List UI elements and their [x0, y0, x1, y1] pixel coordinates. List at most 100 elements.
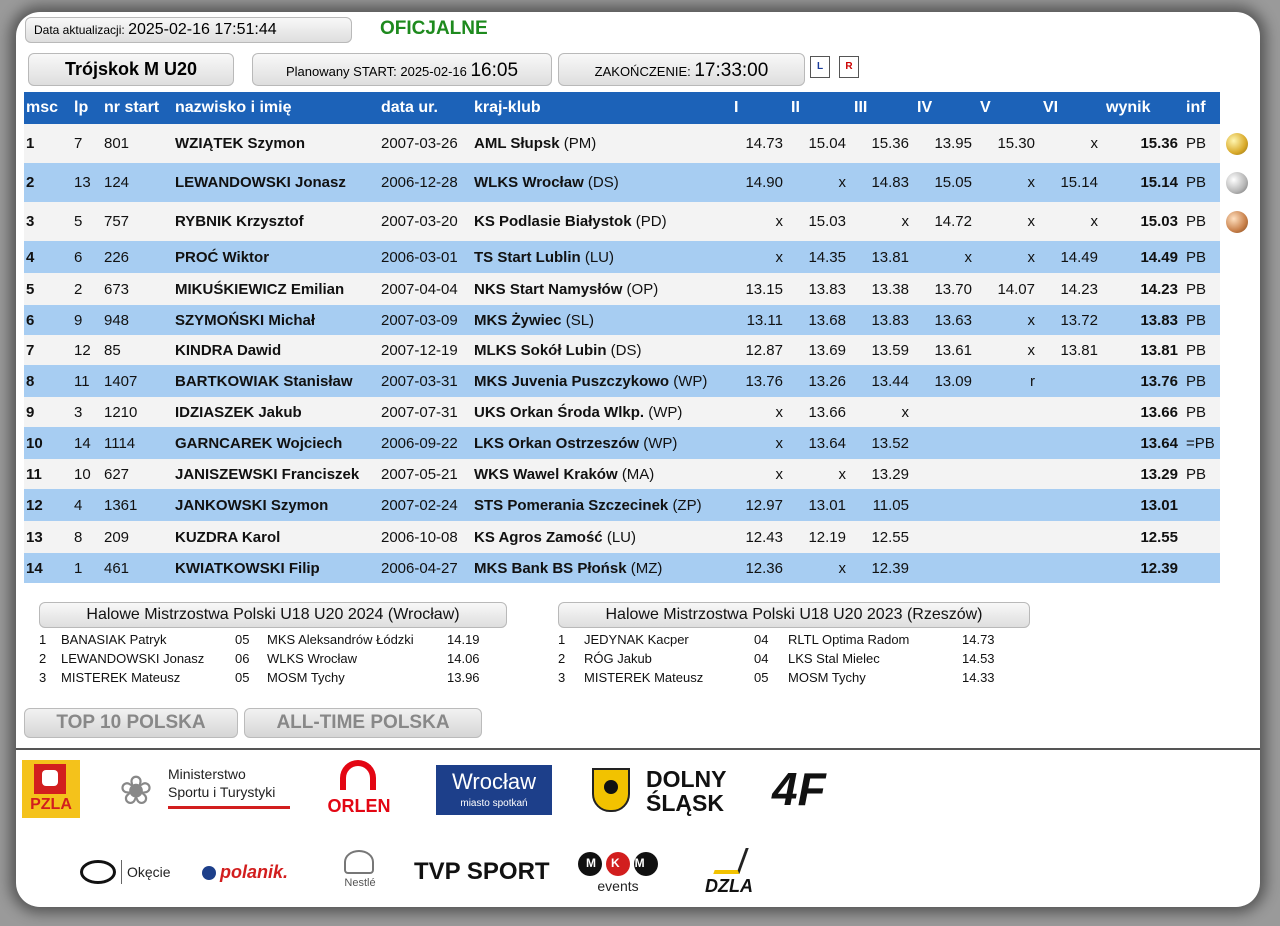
result-cell: 13.66 [1104, 397, 1184, 427]
result-cell: 15.03 [1104, 202, 1184, 241]
pdf-results-icon[interactable]: R [839, 56, 859, 78]
club-name: TS Start Lublin [474, 248, 581, 266]
info-cell [1184, 489, 1220, 521]
info-cell: PB [1184, 365, 1220, 397]
attempt-cell: 14.07 [978, 273, 1041, 305]
attempt-cell: 13.76 [732, 365, 789, 397]
history-res: 13.96 [447, 670, 480, 685]
history-name: BANASIAK Patryk [61, 632, 167, 647]
attempt-cell: 12.19 [789, 521, 852, 553]
ministry-line1: Ministerstwo [168, 766, 246, 782]
attempt-cell: 15.36 [852, 124, 915, 163]
name-cell: KUZDRA Karol [173, 521, 379, 553]
results-table: msc lp nr start nazwisko i imię data ur. kraj… [24, 92, 1220, 583]
birth-date-cell: 2007-03-20 [379, 202, 472, 241]
attempt-cell [1041, 521, 1104, 553]
alltime-polska-button[interactable]: ALL-TIME POLSKA [244, 708, 482, 738]
region-code: (ZP) [672, 496, 702, 514]
orlen-logo: ORLEN [324, 760, 394, 820]
region-code: (WP) [643, 434, 678, 452]
lane-cell: 13 [72, 163, 102, 202]
attempt-cell: 12.87 [732, 335, 789, 365]
history-club: MOSM Tychy [267, 670, 345, 685]
attempt-cell: 13.61 [915, 335, 978, 365]
club-cell: AML Słupsk (PM) [472, 124, 732, 163]
pdf-list-icon[interactable]: L [810, 56, 830, 78]
table-row: 11 10 627 JANISZEWSKI Franciszek 2007-05-21 W… [24, 459, 1220, 489]
bib-cell: 461 [102, 553, 173, 583]
birth-date-cell: 2006-04-27 [379, 553, 472, 583]
name-cell: RYBNIK Krzysztof [173, 202, 379, 241]
attempt-cell: 13.11 [732, 305, 789, 335]
history-res: 14.73 [962, 632, 995, 647]
end-label: ZAKOŃCZENIE: [594, 64, 691, 79]
table-row: 1 7 801 WZIĄTEK Szymon 2007-03-26 AML Słupsk … [24, 124, 1220, 163]
region-code: (MZ) [630, 559, 663, 577]
attempt-cell: 13.66 [789, 397, 852, 427]
club-name: MLKS Sokół Lubin [474, 341, 607, 359]
club-cell: MKS Żywiec (SL) [472, 305, 732, 335]
attempt-cell: 15.30 [978, 124, 1041, 163]
attempt-cell [1041, 365, 1104, 397]
history-res: 14.19 [447, 632, 480, 647]
history-yr: 06 [235, 651, 250, 666]
end-time: 17:33:00 [694, 60, 769, 81]
table-row: 3 5 757 RYBNIK Krzysztof 2007-03-20 KS Podlas… [24, 202, 1220, 241]
table-row: 9 3 1210 IDZIASZEK Jakub 2007-07-31 UKS Orkan… [24, 397, 1220, 427]
dzla-runner-icon [713, 848, 749, 874]
dolny-slask-logo: DOLNY ŚLĄSK [592, 766, 742, 816]
wroclaw-sub: miasto spotkań [460, 798, 528, 809]
history-pos: 3 [558, 670, 566, 685]
slask-text: ŚLĄSK [646, 790, 724, 816]
club-cell: MLKS Sokół Lubin (DS) [472, 335, 732, 365]
birth-date-cell: 2007-05-21 [379, 459, 472, 489]
event-title: Trójskok M U20 [28, 53, 234, 86]
attempt-cell: x [852, 397, 915, 427]
result-cell: 12.55 [1104, 521, 1184, 553]
nestle-logo: Nestlé [338, 850, 382, 894]
result-cell: 14.49 [1104, 241, 1184, 273]
history-pos: 2 [558, 651, 566, 666]
attempt-cell: x [852, 202, 915, 241]
ministry-line2: Sportu i Turystyki [168, 784, 276, 800]
attempt-cell [978, 521, 1041, 553]
polanik-runner-icon [202, 866, 216, 880]
attempt-cell [1041, 459, 1104, 489]
attempt-cell: 14.49 [1041, 241, 1104, 273]
bib-cell: 1407 [102, 365, 173, 397]
club-name: WLKS Wrocław [474, 174, 584, 191]
attempt-cell: 14.83 [852, 163, 915, 202]
okecie-text: Okęcie [127, 864, 171, 880]
attempt-cell: 13.09 [915, 365, 978, 397]
table-row: 6 9 948 SZYMOŃSKI Michał 2007-03-09 MKS Żywie… [24, 305, 1220, 335]
history-pos: 1 [558, 632, 566, 647]
mkm-events-logo: MKM events [578, 852, 662, 898]
column-header: inf [1184, 92, 1220, 124]
place-cell: 6 [24, 305, 72, 335]
dzla-text: DZLA [705, 876, 753, 896]
place-cell: 2 [24, 163, 72, 202]
mkm-sub: events [597, 878, 639, 894]
result-cell: 13.29 [1104, 459, 1184, 489]
place-cell: 13 [24, 521, 72, 553]
club-name: AML Słupsk [474, 135, 560, 152]
attempt-cell: x [978, 202, 1041, 241]
start-label: Planowany START: 2025-02-16 [285, 64, 467, 79]
birth-date-cell: 2006-03-01 [379, 241, 472, 273]
club-name: STS Pomerania Szczecinek [474, 496, 669, 514]
birth-date-cell: 2006-09-22 [379, 427, 472, 459]
place-cell: 7 [24, 335, 72, 365]
birth-date-cell: 2007-07-31 [379, 397, 472, 427]
top10-polska-button[interactable]: TOP 10 POLSKA [24, 708, 238, 738]
name-cell: KWIATKOWSKI Filip [173, 553, 379, 583]
toyota-icon [80, 860, 116, 884]
table-row: 5 2 673 MIKUŚKIEWICZ Emilian 2007-04-04 NKS S… [24, 273, 1220, 305]
attempt-cell: 13.64 [789, 427, 852, 459]
update-label: Data aktualizacji: [34, 23, 125, 37]
place-cell: 10 [24, 427, 72, 459]
lane-cell: 9 [72, 305, 102, 335]
attempt-cell: x [978, 335, 1041, 365]
attempt-cell [915, 427, 978, 459]
attempt-cell: 13.26 [789, 365, 852, 397]
table-row: 8 11 1407 BARTKOWIAK Stanisław 2007-03-31 MKS… [24, 365, 1220, 397]
